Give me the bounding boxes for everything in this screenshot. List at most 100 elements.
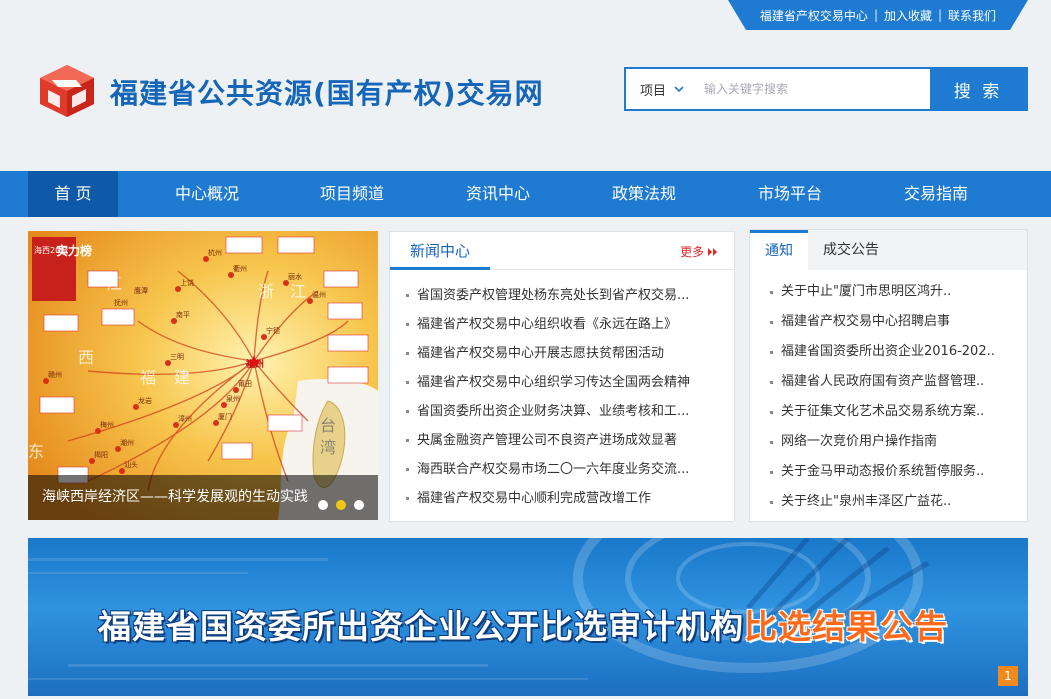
slider-dot[interactable] <box>318 500 328 510</box>
notice-item[interactable]: 福建省产权交易中心招聘启事 <box>770 307 1017 337</box>
more-link[interactable]: 更多 <box>680 243 718 260</box>
notice-item-label: 网络一次竞价用户操作指南 <box>781 434 938 449</box>
nav-item-news[interactable]: 资讯中心 <box>453 171 543 217</box>
separator: | <box>938 8 943 22</box>
map-city: 温州 <box>312 290 326 299</box>
slide-caption[interactable]: 海峡西岸经济区——科学发展观的生动实践 <box>28 475 378 520</box>
promo-banner[interactable]: 福建省国资委所出资企业公开比选审计机构比选结果公告 1 <box>28 538 1028 696</box>
nav-item-home[interactable]: 首 页 <box>28 171 118 217</box>
bullet-icon <box>770 500 773 504</box>
notice-item-label: 福建省人民政府国有资产监督管理.. <box>781 374 985 389</box>
slider-dots <box>318 500 364 510</box>
news-item[interactable]: 省国资委产权管理处杨东亮处长到省产权交易... <box>406 281 722 310</box>
bullet-icon <box>770 320 773 324</box>
notice-item[interactable]: 福建省国资委所出资企业2016-202.. <box>770 337 1017 367</box>
map-region: 东 <box>28 442 44 461</box>
news-item[interactable]: 福建省产权交易中心组织学习传达全国两会精神 <box>406 368 722 397</box>
notice-item-label: 关于终止"泉州丰泽区广益花.. <box>781 494 952 509</box>
bullet-icon <box>406 294 409 297</box>
search-category-label: 项目 <box>639 83 666 99</box>
notice-item-label: 关于金马甲动态报价系统暂停服务.. <box>781 464 985 479</box>
tab-notice[interactable]: 通知 <box>750 230 808 270</box>
search-category-select[interactable]: 项目 <box>626 69 698 109</box>
news-item[interactable]: 海西联合产权交易市场二〇一六年度业务交流... <box>406 455 722 484</box>
map-city: 莆田 <box>238 379 252 388</box>
main-nav: 首 页 中心概况 项目频道 资讯中心 政策法规 市场平台 交易指南 <box>0 171 1051 217</box>
cube-logo-icon[interactable] <box>36 63 98 119</box>
news-item[interactable]: 福建省产权交易中心开展志愿扶贫帮困活动 <box>406 339 722 368</box>
map-region: 台 <box>320 416 336 435</box>
banner-headline: 福建省国资委所出资企业公开比选审计机构比选结果公告 <box>98 600 948 648</box>
map-city: 揭阳 <box>94 450 108 459</box>
map-city: 潮州 <box>120 438 134 447</box>
map-city: 龙岩 <box>138 396 152 405</box>
notice-item-label: 福建省国资委所出资企业2016-202.. <box>781 344 995 359</box>
notice-item[interactable]: 关于金马甲动态报价系统暂停服务.. <box>770 457 1017 487</box>
site-title: 福建省公共资源(国有产权)交易网 <box>110 77 544 110</box>
map-badge-side: 海西20城 <box>34 245 68 255</box>
notice-item-label: 福建省产权交易中心招聘启事 <box>781 314 951 329</box>
utility-bar: 福建省产权交易中心 | 加入收藏 | 联系我们 <box>728 0 1028 30</box>
bullet-icon <box>406 352 409 355</box>
map-city: 衢州 <box>233 264 247 273</box>
search-button[interactable]: 搜 索 <box>930 69 1026 109</box>
news-list: 省国资委产权管理处杨东亮处长到省产权交易... 福建省产权交易中心组织收看《永远… <box>390 270 734 513</box>
slider-dot[interactable] <box>354 500 364 510</box>
news-item[interactable]: 福建省产权交易中心顺利完成营改增工作 <box>406 484 722 513</box>
map-city: 上饶 <box>180 278 194 287</box>
banner-headline-highlight: 比选结果公告 <box>744 607 948 646</box>
link-exchange-center[interactable]: 福建省产权交易中心 <box>760 7 868 24</box>
banner-page-indicator[interactable]: 1 <box>998 666 1018 686</box>
nav-item-about[interactable]: 中心概况 <box>162 171 252 217</box>
bullet-icon <box>770 290 773 294</box>
news-item-label: 福建省产权交易中心开展志愿扶贫帮困活动 <box>417 346 665 361</box>
map-city: 鹰潭 <box>134 286 148 295</box>
news-item[interactable]: 省国资委所出资企业财务决算、业绩考核和工... <box>406 397 722 426</box>
news-item[interactable]: 央属金融资产管理公司不良资产进场成效显著 <box>406 426 722 455</box>
bullet-icon <box>406 381 409 384</box>
bullet-icon <box>770 470 773 474</box>
map-city: 抚州 <box>114 298 128 307</box>
notice-panel: 通知 成交公告 关于中止"厦门市思明区鸿升.. 福建省产权交易中心招聘启事 福建… <box>749 229 1028 522</box>
nav-item-policy[interactable]: 政策法规 <box>599 171 689 217</box>
nav-item-market[interactable]: 市场平台 <box>745 171 835 217</box>
notice-item[interactable]: 关于终止"泉州丰泽区广益花.. <box>770 487 1017 517</box>
nav-item-guide[interactable]: 交易指南 <box>891 171 981 217</box>
bullet-icon <box>406 439 409 442</box>
news-item-label: 福建省产权交易中心组织收看《永远在路上》 <box>417 317 678 332</box>
news-panel: 新闻中心 更多 省国资委产权管理处杨东亮处长到省产权交易... 福建省产权交易中… <box>389 231 735 522</box>
slider-dot-active[interactable] <box>336 500 346 510</box>
news-item-label: 福建省产权交易中心组织学习传达全国两会精神 <box>417 375 691 390</box>
bullet-icon <box>770 440 773 444</box>
image-slider[interactable]: 实力榜 海西20城 杭州 上饶 衢州 丽水 温州 宁德 福州 莆田 三明 南平 … <box>28 231 378 520</box>
map-city: 赣州 <box>48 370 62 379</box>
news-item[interactable]: 福建省产权交易中心组织收看《永远在路上》 <box>406 310 722 339</box>
bullet-icon <box>770 380 773 384</box>
news-header: 新闻中心 更多 <box>390 232 734 270</box>
map-region: 建 <box>174 368 190 387</box>
bullet-icon <box>406 323 409 326</box>
map-region: 福 <box>140 368 156 387</box>
notice-tabs: 通知 成交公告 <box>750 230 1027 270</box>
notice-list: 关于中止"厦门市思明区鸿升.. 福建省产权交易中心招聘启事 福建省国资委所出资企… <box>750 270 1027 517</box>
map-region: 湾 <box>320 438 336 457</box>
double-chevron-right-icon <box>708 248 717 256</box>
news-title[interactable]: 新闻中心 <box>390 232 491 270</box>
nav-item-projects[interactable]: 项目频道 <box>307 171 397 217</box>
map-region: 江 <box>290 282 306 301</box>
bullet-icon <box>406 497 409 500</box>
map-city: 南平 <box>176 310 190 319</box>
map-city: 三明 <box>170 353 184 361</box>
notice-item[interactable]: 关于中止"厦门市思明区鸿升.. <box>770 277 1017 307</box>
search-input[interactable] <box>698 69 930 109</box>
link-add-favorite[interactable]: 加入收藏 <box>884 7 932 24</box>
map-city: 梅州 <box>100 420 114 429</box>
link-contact-us[interactable]: 联系我们 <box>948 7 996 24</box>
chevron-down-icon <box>674 86 684 93</box>
news-item-label: 海西联合产权交易市场二〇一六年度业务交流... <box>417 462 690 477</box>
notice-item[interactable]: 网络一次竞价用户操作指南 <box>770 427 1017 457</box>
search-bar: 项目 搜 索 <box>624 67 1028 111</box>
notice-item[interactable]: 关于征集文化艺术品交易系统方案.. <box>770 397 1017 427</box>
tab-deal-announcement[interactable]: 成交公告 <box>808 230 894 270</box>
notice-item[interactable]: 福建省人民政府国有资产监督管理.. <box>770 367 1017 397</box>
